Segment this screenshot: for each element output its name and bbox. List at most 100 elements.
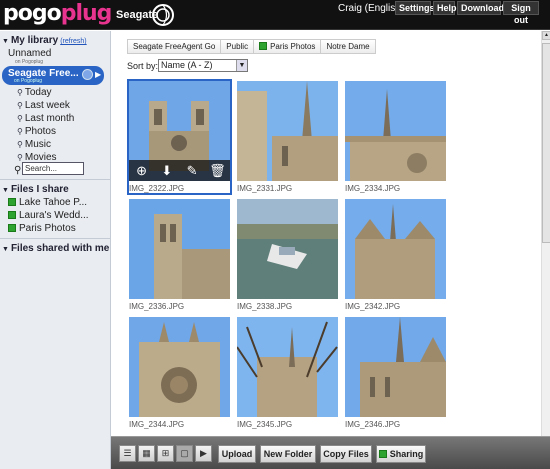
sort-value: Name (A - Z) — [161, 60, 213, 70]
breadcrumb-seagate[interactable]: Seagate FreeAgent Go — [127, 39, 221, 54]
nav-photos[interactable]: ⚲ Photos — [17, 126, 56, 137]
photo-actions-overlay: ⊕ ⬇ ✎ 🗑 — [129, 160, 230, 181]
photo-caption: IMG_2346.JPG — [345, 420, 401, 429]
my-library-heading[interactable]: ▼ My library (refresh) — [2, 35, 87, 46]
logo-plug: plug — [60, 1, 113, 26]
sharing-label: Sharing — [389, 449, 424, 459]
scrollbar[interactable]: ▲ — [541, 31, 550, 436]
small-grid-view-icon[interactable]: ▦ — [138, 445, 155, 462]
files-shared-with-me-label: Files shared with me — [10, 243, 110, 254]
shared-item-label: Paris Photos — [19, 223, 76, 234]
photo-item[interactable]: IMG_2344.JPG — [129, 317, 230, 429]
slideshow-play-icon[interactable]: ▶ — [195, 445, 212, 462]
cathedral-buttress-photo — [345, 317, 446, 417]
divider — [0, 179, 110, 180]
shared-folder-icon — [8, 211, 16, 219]
shared-item-lake-tahoe[interactable]: Lake Tahoe P... — [8, 197, 87, 208]
breadcrumb-paris-photos[interactable]: Paris Photos — [253, 39, 321, 54]
list-view-icon[interactable]: ☰ — [119, 445, 136, 462]
photo-item[interactable]: IMG_2346.JPG — [345, 317, 446, 429]
trash-icon[interactable]: 🗑 — [208, 162, 226, 180]
cathedral-tower-photo — [129, 199, 230, 299]
nav-photos-label: Photos — [24, 126, 56, 137]
zoom-icon[interactable]: ⊕ — [133, 162, 151, 180]
files-shared-with-me-heading[interactable]: ▼ Files shared with me — [2, 243, 109, 254]
divider — [0, 238, 110, 239]
download-icon[interactable]: ⬇ — [158, 162, 176, 180]
cathedral-side-photo — [237, 81, 338, 181]
photo-item[interactable]: IMG_2336.JPG — [129, 199, 230, 311]
photo-caption: IMG_2342.JPG — [345, 302, 401, 311]
cathedral-trees-photo — [237, 317, 338, 417]
photo-thumbnail[interactable] — [345, 199, 446, 299]
help-button[interactable]: Help — [433, 1, 457, 15]
files-i-share-label: Files I share — [10, 184, 69, 195]
magnifier-icon: ⚲ — [17, 88, 23, 97]
cathedral-spire-photo — [345, 81, 446, 181]
collapse-triangle-icon: ▼ — [2, 246, 9, 253]
photo-thumbnail[interactable] — [345, 81, 446, 181]
top-bar: pogoplug Seagate Craig (English) Setting… — [0, 0, 550, 30]
upload-button[interactable]: Upload — [218, 445, 256, 463]
sort-label: Sort by: — [127, 61, 159, 71]
breadcrumb-public[interactable]: Public — [220, 39, 254, 54]
photo-thumbnail[interactable] — [345, 317, 446, 417]
sign-out-button[interactable]: Sign out — [503, 1, 539, 25]
sharing-icon — [378, 450, 387, 458]
sharing-button[interactable]: Sharing — [376, 445, 426, 463]
photo-thumbnail[interactable] — [237, 81, 338, 181]
search-input[interactable]: Search... — [22, 162, 84, 175]
eject-icon[interactable] — [82, 69, 93, 80]
nav-last-week[interactable]: ⚲ Last week — [17, 100, 70, 111]
large-thumb-view-icon[interactable]: ▢ — [176, 445, 193, 462]
photo-caption: IMG_2322.JPG — [129, 184, 185, 193]
nav-music[interactable]: ⚲ Music — [17, 139, 51, 150]
photo-thumbnail[interactable]: ⊕ ⬇ ✎ 🗑 — [129, 81, 230, 181]
settings-button[interactable]: Settings — [395, 1, 435, 15]
scroll-thumb[interactable] — [542, 43, 550, 243]
sort-select[interactable]: Name (A - Z) ▼ — [158, 59, 248, 72]
new-folder-button[interactable]: New Folder — [260, 445, 316, 463]
downloads-button[interactable]: Downloads — [457, 1, 509, 15]
scroll-up-icon[interactable]: ▲ — [542, 31, 550, 40]
search-icon: ⚲ — [14, 165, 22, 176]
breadcrumb-notre-dame[interactable]: Notre Dame — [320, 39, 376, 54]
collapse-triangle-icon: ▼ — [2, 187, 9, 194]
magnifier-icon: ⚲ — [17, 101, 23, 110]
photo-item[interactable]: IMG_2345.JPG — [237, 317, 338, 429]
copy-files-button[interactable]: Copy Files — [320, 445, 372, 463]
magnifier-icon: ⚲ — [17, 153, 23, 162]
magnifier-icon: ⚲ — [17, 114, 23, 123]
shared-item-paris-photos[interactable]: Paris Photos — [8, 223, 76, 234]
photo-item[interactable]: IMG_2331.JPG — [237, 81, 338, 193]
photo-thumbnail[interactable] — [129, 199, 230, 299]
photo-thumbnail[interactable] — [129, 317, 230, 417]
shared-folder-icon — [8, 198, 16, 206]
play-arrow-icon[interactable]: ▶ — [95, 69, 105, 80]
photo-thumbnail[interactable] — [237, 199, 338, 299]
main-content: Seagate FreeAgent Go Public Paris Photos… — [112, 31, 541, 469]
nav-today[interactable]: ⚲ Today — [17, 87, 52, 98]
breadcrumb-paris-photos-label: Paris Photos — [270, 42, 316, 51]
seagate-swirl-icon — [152, 4, 174, 26]
photo-item[interactable]: IMG_2342.JPG — [345, 199, 446, 311]
shared-item-lauras-wedding[interactable]: Laura's Wedd... — [8, 210, 89, 221]
photo-item[interactable]: IMG_2334.JPG — [345, 81, 446, 193]
device-unnamed-sub: on Pogoplug — [15, 59, 44, 65]
sidebar: ▼ My library (refresh) Unnamed on Pogoplug… — [0, 31, 111, 469]
photo-item[interactable]: ⊕ ⬇ ✎ 🗑 IMG_2322.JPG — [127, 79, 232, 195]
photo-item[interactable]: IMG_2338.JPG — [237, 199, 338, 311]
device-seagate-selected[interactable]: Seagate Free... on Pogoplug ▶ — [2, 66, 104, 85]
files-i-share-heading[interactable]: ▼ Files I share — [2, 184, 69, 195]
shared-folder-icon — [8, 224, 16, 232]
shared-item-label: Laura's Wedd... — [19, 210, 89, 221]
pogoplug-logo[interactable]: pogoplug — [3, 1, 113, 26]
nav-last-month[interactable]: ⚲ Last month — [17, 113, 74, 124]
edit-icon[interactable]: ✎ — [183, 162, 201, 180]
photo-caption: IMG_2334.JPG — [345, 184, 401, 193]
refresh-link[interactable]: (refresh) — [60, 38, 86, 45]
device-unnamed[interactable]: Unnamed — [8, 48, 51, 59]
grid-view-icon[interactable]: ⊞ — [157, 445, 174, 462]
photo-thumbnail[interactable] — [237, 317, 338, 417]
magnifier-icon: ⚲ — [17, 127, 23, 136]
